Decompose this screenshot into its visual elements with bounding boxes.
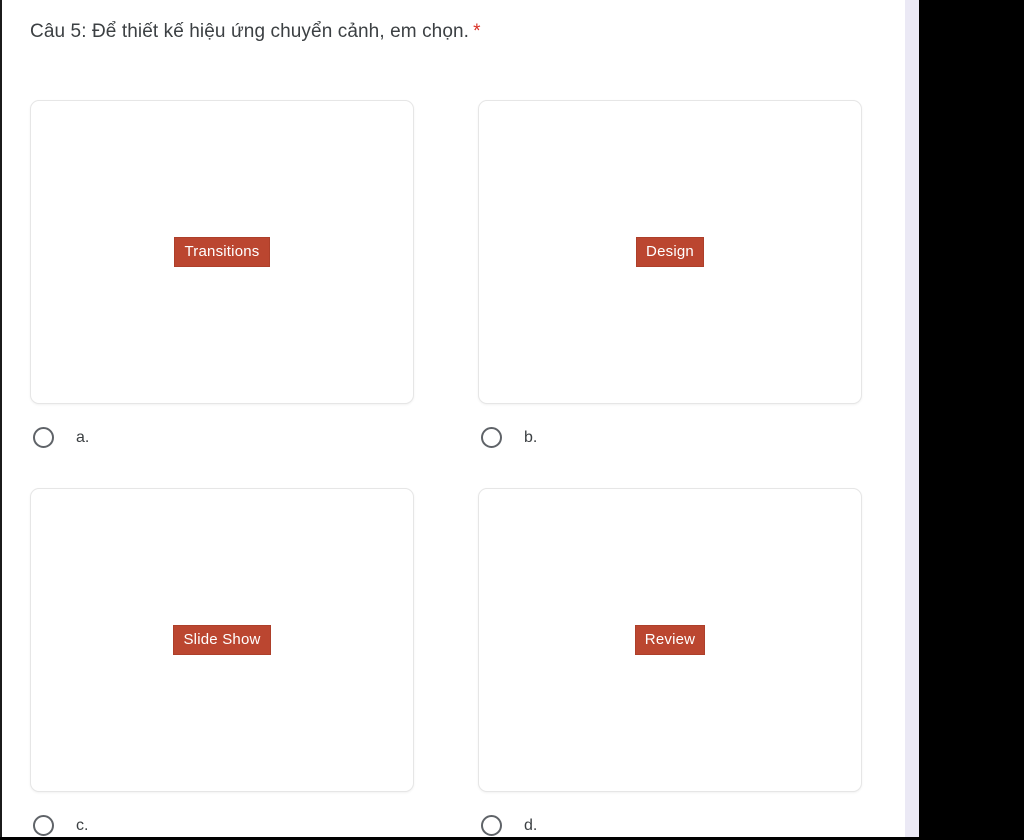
ribbon-tab-design: Design — [636, 237, 704, 267]
option-d[interactable]: Review d. — [478, 488, 864, 840]
screen: Câu 5: Để thiết kế hiệu ứng chuyển cảnh,… — [0, 0, 1024, 837]
option-d-image-card[interactable]: Review — [478, 488, 862, 792]
option-a[interactable]: Transitions a. — [30, 100, 416, 452]
radio-unchecked-icon[interactable] — [33, 814, 54, 836]
option-c-label: c. — [76, 816, 89, 834]
option-c[interactable]: Slide Show c. — [30, 488, 416, 840]
option-c-answer-row[interactable]: c. — [30, 810, 416, 840]
option-d-label: d. — [524, 816, 538, 834]
radio-unchecked-icon[interactable] — [33, 426, 54, 448]
ribbon-tab-slide-show: Slide Show — [173, 625, 271, 655]
option-a-image-card[interactable]: Transitions — [30, 100, 414, 404]
option-b[interactable]: Design b. — [478, 100, 864, 452]
option-d-answer-row[interactable]: d. — [478, 810, 864, 840]
option-a-label: a. — [76, 428, 90, 446]
ribbon-tab-transitions: Transitions — [174, 237, 270, 267]
option-b-image-card[interactable]: Design — [478, 100, 862, 404]
page-gutter — [905, 0, 919, 837]
option-a-answer-row[interactable]: a. — [30, 422, 416, 452]
option-b-label: b. — [524, 428, 538, 446]
form-page-surface: Câu 5: Để thiết kế hiệu ứng chuyển cảnh,… — [2, 0, 905, 837]
letterbox-right — [919, 0, 1024, 837]
radio-unchecked-icon[interactable] — [481, 814, 502, 836]
option-c-image-card[interactable]: Slide Show — [30, 488, 414, 792]
option-b-answer-row[interactable]: b. — [478, 422, 864, 452]
ribbon-tab-review: Review — [634, 625, 706, 655]
radio-unchecked-icon[interactable] — [481, 426, 502, 448]
options-grid: Transitions a. Design b. Slide Show c. R… — [2, 0, 905, 837]
